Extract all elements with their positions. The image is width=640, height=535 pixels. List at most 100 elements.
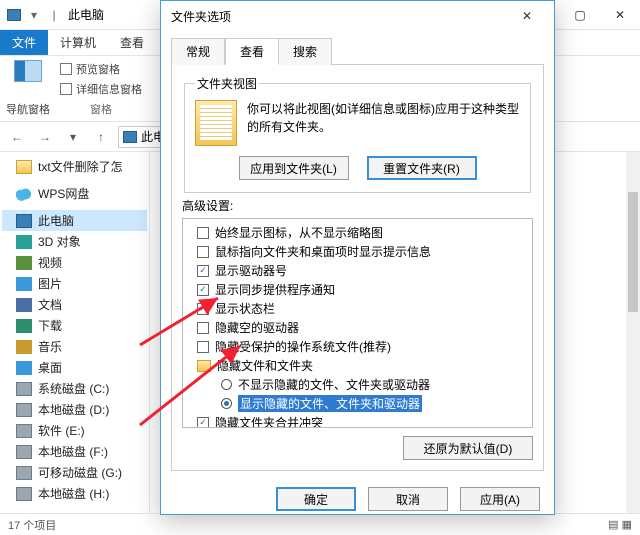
folder-icon	[197, 360, 211, 372]
tree-item[interactable]: 桌面	[2, 357, 147, 378]
adv-setting-label: 鼠标指向文件夹和桌面项时显示提示信息	[215, 243, 431, 260]
dropdown-icon[interactable]: ▾	[26, 7, 42, 23]
tree-item[interactable]: 视频	[2, 252, 147, 273]
tree-item[interactable]: 本地磁盘 (D:)	[2, 399, 147, 420]
view-mode-icons[interactable]: ▤ ▦	[608, 518, 632, 531]
adv-setting-row[interactable]: 始终显示图标，从不显示缩略图	[185, 223, 530, 242]
back-button[interactable]: ←	[6, 126, 28, 148]
reset-folders-button[interactable]: 重置文件夹(R)	[367, 156, 477, 180]
apply-button[interactable]: 应用(A)	[460, 487, 540, 511]
tree-item[interactable]: 3D 对象	[2, 231, 147, 252]
vertical-scrollbar[interactable]	[626, 152, 640, 513]
pc-icon	[123, 131, 137, 143]
file-tab[interactable]: 文件	[0, 30, 48, 55]
adv-setting-row[interactable]: 不显示隐藏的文件、文件夹或驱动器	[185, 375, 530, 394]
adv-setting-row[interactable]: 显示驱动器号	[185, 261, 530, 280]
ribbon-tab-computer[interactable]: 计算机	[48, 30, 108, 55]
tree-item-label: 本地磁盘 (F:)	[38, 443, 108, 460]
restore-defaults-button[interactable]: 还原为默认值(D)	[403, 436, 533, 460]
adv-setting-row[interactable]: 隐藏空的驱动器	[185, 318, 530, 337]
disk-icon	[16, 487, 32, 501]
folder-views-desc: 你可以将此视图(如详细信息或图标)应用于这种类型的所有文件夹。	[247, 100, 520, 146]
adv-setting-row[interactable]: 隐藏文件和文件夹	[185, 356, 530, 375]
navpane-icon[interactable]	[14, 60, 42, 82]
tree-item[interactable]: 音乐	[2, 336, 147, 357]
adv-setting-label: 不显示隐藏的文件、文件夹或驱动器	[238, 376, 430, 393]
advanced-settings-tree[interactable]: 始终显示图标，从不显示缩略图鼠标指向文件夹和桌面项时显示提示信息显示驱动器号显示…	[182, 218, 533, 428]
tree-item[interactable]: 软件 (E:)	[2, 420, 147, 441]
dialog-tabs: 常规 查看 搜索	[161, 31, 554, 64]
disk-icon	[16, 382, 32, 396]
preview-pane-toggle[interactable]: 预览窗格	[60, 61, 120, 77]
folder-options-dialog: 文件夹选项 ✕ 常规 查看 搜索 文件夹视图 你可以将此视图(如详细信息或图标)…	[160, 0, 555, 515]
radio-icon	[221, 379, 232, 390]
tree-item-label: 可移动磁盘 (G:)	[38, 464, 122, 481]
adv-setting-row[interactable]: 鼠标指向文件夹和桌面项时显示提示信息	[185, 242, 530, 261]
tree-item-label: 图片	[38, 275, 62, 292]
adv-setting-label: 显示驱动器号	[215, 262, 287, 279]
tree-item[interactable]: 本地磁盘 (H:)	[2, 483, 147, 504]
cloud-icon	[16, 187, 32, 201]
adv-setting-row[interactable]: 隐藏受保护的操作系统文件(推荐)	[185, 337, 530, 356]
folder-icon	[16, 160, 32, 174]
dialog-close-button[interactable]: ✕	[510, 5, 544, 27]
dialog-title-bar: 文件夹选项 ✕	[161, 1, 554, 31]
maximize-button[interactable]: ▢	[560, 0, 600, 30]
adv-setting-label: 显示同步提供程序通知	[215, 281, 335, 298]
tree-item[interactable]: 图片	[2, 273, 147, 294]
adv-setting-row[interactable]: 显示状态栏	[185, 299, 530, 318]
tree-item[interactable]: 文档	[2, 294, 147, 315]
adv-setting-label: 隐藏文件和文件夹	[217, 357, 313, 374]
adv-setting-row[interactable]: 隐藏文件夹合并冲突	[185, 413, 530, 428]
navigation-tree[interactable]: txt文件删除了怎 WPS网盘此电脑 3D 对象视频图片文档下载音乐桌面系统磁盘 (…	[0, 152, 150, 513]
tree-item[interactable]: 系统磁盘 (C:)	[2, 378, 147, 399]
recent-button[interactable]: ▾	[62, 126, 84, 148]
tree-item[interactable]: 下载	[2, 315, 147, 336]
up-button[interactable]: ↑	[90, 126, 112, 148]
dialog-title: 文件夹选项	[171, 8, 231, 25]
tree-item-label: 视频	[38, 254, 62, 271]
checkbox-icon	[197, 246, 209, 258]
dialog-body: 文件夹视图 你可以将此视图(如详细信息或图标)应用于这种类型的所有文件夹。 应用…	[171, 64, 544, 471]
tab-search[interactable]: 搜索	[279, 38, 332, 65]
adv-setting-row[interactable]: 显示隐藏的文件、文件夹和驱动器	[185, 394, 530, 413]
panes-group-label: 窗格	[90, 101, 112, 117]
checkbox-icon	[197, 303, 209, 315]
music-icon	[16, 340, 32, 354]
navpane-group: 导航窗格	[6, 60, 50, 117]
forward-button[interactable]: →	[34, 126, 56, 148]
tree-item-label: 此电脑	[38, 212, 74, 229]
adv-setting-label: 显示状态栏	[215, 300, 275, 317]
tab-view[interactable]: 查看	[225, 38, 279, 65]
pc-icon	[16, 214, 32, 228]
tree-item-label: 文档	[38, 296, 62, 313]
disk-icon	[16, 424, 32, 438]
pc-icon	[6, 7, 22, 23]
adv-setting-label: 始终显示图标，从不显示缩略图	[215, 224, 383, 241]
dialog-footer: 确定 取消 应用(A)	[161, 479, 554, 519]
close-button[interactable]: ✕	[600, 0, 640, 30]
checkbox-icon	[197, 227, 209, 239]
ok-button[interactable]: 确定	[276, 487, 356, 511]
tree-item[interactable]: WPS网盘	[2, 183, 147, 204]
obj3d-icon	[16, 235, 32, 249]
radio-icon	[221, 398, 232, 409]
cancel-button[interactable]: 取消	[368, 487, 448, 511]
tree-item[interactable]: 本地磁盘 (F:)	[2, 441, 147, 462]
advanced-settings-label: 高级设置:	[182, 197, 533, 214]
explorer-title: 此电脑	[68, 6, 104, 23]
ribbon-tab-view[interactable]: 查看	[108, 30, 156, 55]
tab-general[interactable]: 常规	[171, 38, 225, 65]
tree-item-label: 本地磁盘 (D:)	[38, 401, 109, 418]
tree-item[interactable]: 可移动磁盘 (G:)	[2, 462, 147, 483]
tree-item-label: 系统磁盘 (C:)	[38, 380, 109, 397]
tree-item[interactable]: 此电脑	[2, 210, 147, 231]
pic-icon	[16, 277, 32, 291]
disk-icon	[16, 445, 32, 459]
adv-setting-row[interactable]: 显示同步提供程序通知	[185, 280, 530, 299]
tree-item[interactable]: txt文件删除了怎	[2, 156, 147, 177]
apply-to-folders-button[interactable]: 应用到文件夹(L)	[239, 156, 349, 180]
navpane-label: 导航窗格	[6, 101, 50, 117]
details-pane-toggle[interactable]: 详细信息窗格	[60, 81, 142, 97]
checkbox-icon	[197, 265, 209, 277]
